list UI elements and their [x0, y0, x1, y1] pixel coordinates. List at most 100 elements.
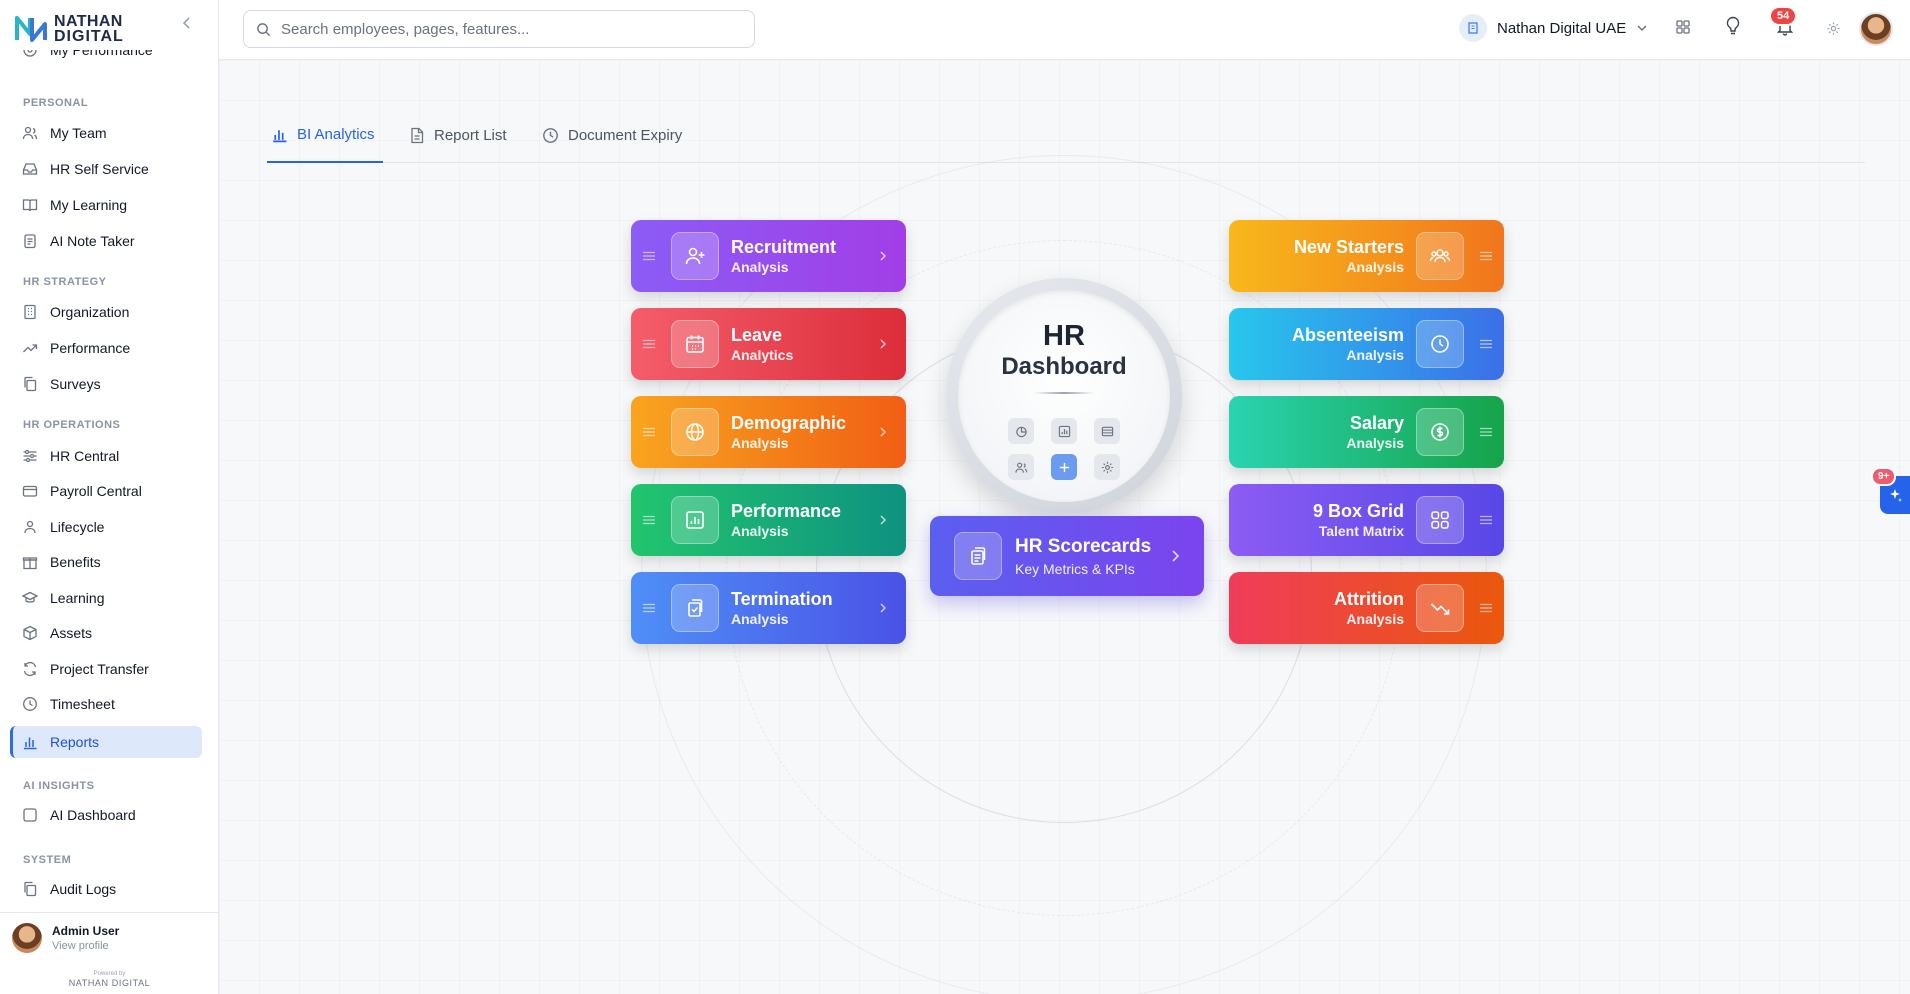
graduation-cap-icon	[22, 591, 38, 603]
sidebar-item-hr-central[interactable]: HR Central	[10, 439, 202, 473]
drag-handle-icon[interactable]	[1478, 427, 1494, 437]
hub-divider	[1034, 392, 1094, 394]
sidebar-item-label: HR Self Service	[50, 161, 149, 177]
sidebar-item-label: My Learning	[50, 197, 128, 213]
card-subtitle: Analysis	[731, 522, 789, 539]
sidebar-item-payroll-central[interactable]: Payroll Central	[10, 474, 202, 508]
sidebar-item-label: AI Dashboard	[50, 807, 136, 823]
card-recruitment-analysis[interactable]: Recruitment Analysis	[631, 220, 906, 292]
sidebar-item-ai-note-taker[interactable]: AI Note Taker	[10, 224, 202, 258]
apps-grid-button[interactable]	[1675, 19, 1691, 35]
sidebar-item-organization[interactable]: Organization	[10, 295, 202, 329]
sidebar-item-label: Payroll Central	[50, 483, 142, 499]
sidebar-item-audit-logs[interactable]: Audit Logs	[10, 872, 202, 906]
users-icon	[1014, 462, 1027, 473]
user-profile-link[interactable]: Admin User View profile	[12, 923, 119, 953]
sidebar-item-learning[interactable]: Learning	[10, 581, 202, 615]
sidebar-item-performance[interactable]: Performance	[10, 331, 202, 365]
sidebar-item-timesheet[interactable]: Timesheet	[10, 687, 202, 721]
sidebar-item-project-transfer[interactable]: Project Transfer	[10, 652, 202, 686]
sidebar-item-benefits[interactable]: Benefits	[10, 545, 202, 579]
section-hr-strategy: HR STRATEGY	[23, 276, 107, 288]
hub-subtitle: Dashboard	[1001, 353, 1127, 380]
sidebar-item-lifecycle[interactable]: Lifecycle	[10, 510, 202, 544]
card-new-starters-analysis[interactable]: New Starters Analysis	[1229, 220, 1504, 292]
clipboard-list-icon	[971, 547, 986, 565]
card-salary-analysis[interactable]: Salary Analysis	[1229, 396, 1504, 468]
notification-count-badge: 54	[1769, 6, 1798, 26]
card-termination-analysis[interactable]: Termination Analysis	[631, 572, 906, 644]
drag-handle-icon[interactable]	[1478, 251, 1494, 261]
building-icon	[24, 304, 36, 320]
card-absenteeism-analysis[interactable]: Absenteeism Analysis	[1229, 308, 1504, 380]
hub-title: HR	[1043, 320, 1085, 352]
user-group-icon	[1429, 249, 1451, 263]
sidebar-item-ai-dashboard[interactable]: AI Dashboard	[10, 798, 202, 832]
document-icon	[411, 127, 424, 144]
collapse-sidebar-button[interactable]	[180, 16, 194, 30]
refresh-icon	[23, 661, 37, 677]
files-icon	[24, 881, 37, 897]
card-attrition-analysis[interactable]: Attrition Analysis	[1229, 572, 1504, 644]
sidebar-item-hr-self-service[interactable]: HR Self Service	[10, 152, 202, 186]
brand-line-2: DIGITAL	[54, 28, 124, 45]
tab-document-expiry[interactable]: Document Expiry	[542, 108, 682, 163]
drag-handle-icon[interactable]	[641, 603, 657, 613]
settings-button[interactable]	[1826, 21, 1841, 36]
drag-handle-icon[interactable]	[641, 339, 657, 349]
sidebar-item-my-learning[interactable]: My Learning	[10, 188, 202, 222]
user-avatar-button[interactable]	[1859, 12, 1893, 46]
hub-pie-chart-button[interactable]	[1008, 418, 1034, 444]
card-title: Salary	[1349, 412, 1404, 433]
grid-icon	[1676, 20, 1690, 34]
card-performance-analysis[interactable]: Performance Analysis	[631, 484, 906, 556]
drag-handle-icon[interactable]	[641, 515, 657, 525]
ideas-button[interactable]	[1725, 16, 1741, 36]
card-title: Attrition	[1334, 588, 1404, 609]
drag-handle-icon[interactable]	[641, 427, 657, 437]
sidebar-item-label: Organization	[50, 304, 130, 320]
trending-up-icon	[23, 344, 38, 353]
sidebar-item-my-team[interactable]: My Team	[10, 116, 202, 150]
chevron-right-icon	[880, 515, 887, 525]
drag-handle-icon[interactable]	[1478, 603, 1494, 613]
card-9-box-grid[interactable]: 9 Box Grid Talent Matrix	[1229, 484, 1504, 556]
card-leave-analytics[interactable]: Leave Analytics	[631, 308, 906, 380]
sidebar-item-label: Benefits	[50, 554, 101, 570]
hub-bar-chart-button[interactable]	[1051, 418, 1077, 444]
card-subtitle: Analysis	[731, 610, 789, 627]
org-selector[interactable]: Nathan Digital UAE	[1459, 14, 1648, 42]
view-profile-link[interactable]: View profile	[52, 940, 119, 952]
card-subtitle: Analysis	[731, 258, 789, 275]
sidebar-item-reports[interactable]: Reports	[10, 726, 202, 758]
drag-handle-icon[interactable]	[641, 251, 657, 261]
search-input[interactable]	[281, 20, 721, 38]
drag-handle-icon[interactable]	[1478, 339, 1494, 349]
clock-icon	[1431, 335, 1449, 353]
search-box[interactable]	[243, 10, 755, 48]
sidebar-item-assets[interactable]: Assets	[10, 616, 202, 650]
card-demographic-analysis[interactable]: Demographic Analysis	[631, 396, 906, 468]
scorecards-subtitle: Key Metrics & KPIs	[1015, 560, 1135, 577]
credit-card-icon	[22, 485, 38, 497]
tab-report-list[interactable]: Report List	[409, 108, 507, 163]
tab-bi-analytics[interactable]: BI Analytics	[267, 108, 383, 163]
users-icon	[22, 126, 38, 140]
card-title: Demographic	[731, 412, 847, 433]
brand-logo[interactable]: NATHAN DIGITAL	[14, 14, 124, 45]
hr-scorecards-card[interactable]: HR Scorecards Key Metrics & KPIs	[930, 516, 1204, 596]
drag-handle-icon[interactable]	[1478, 515, 1494, 525]
hub-table-button[interactable]	[1094, 418, 1120, 444]
box-icon	[23, 625, 37, 641]
hub-settings-button[interactable]	[1094, 454, 1120, 480]
card-title: New Starters	[1293, 236, 1404, 257]
card-subtitle: Analysis	[1346, 434, 1404, 451]
hub-add-button[interactable]	[1051, 454, 1077, 480]
hub-users-button[interactable]	[1008, 454, 1034, 480]
sidebar-item-my-performance[interactable]: My Performance	[10, 50, 202, 67]
lightbulb-icon	[1726, 16, 1740, 35]
sidebar-item-label: My Performance	[50, 50, 153, 58]
sidebar-item-label: Timesheet	[50, 696, 115, 712]
sidebar-item-label: Audit Logs	[50, 881, 117, 897]
sidebar-item-surveys[interactable]: Surveys	[10, 367, 202, 401]
